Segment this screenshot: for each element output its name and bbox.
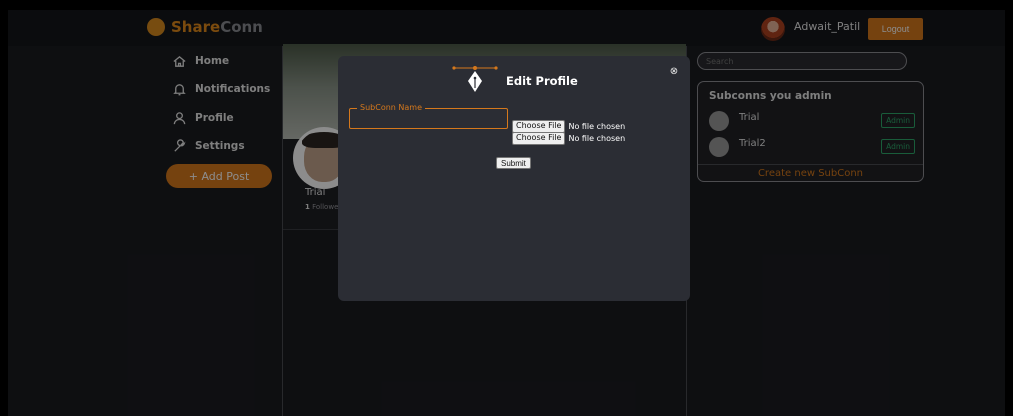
pen-nib-logo-icon bbox=[452, 66, 498, 92]
submit-button[interactable]: Submit bbox=[496, 157, 531, 169]
file-status: No file chosen bbox=[568, 121, 626, 131]
close-circle-icon[interactable]: ⊗ bbox=[668, 65, 680, 77]
subconn-name-label: SubConn Name bbox=[357, 103, 425, 112]
modal-title: Edit Profile bbox=[506, 74, 578, 88]
choose-file-button[interactable]: Choose File bbox=[512, 119, 566, 133]
file-input-avatar[interactable]: Choose File No file chosen bbox=[512, 119, 626, 133]
file-status: No file chosen bbox=[568, 133, 626, 143]
subconn-name-field[interactable]: SubConn Name bbox=[349, 103, 508, 129]
edit-profile-modal: Edit Profile ⊗ SubConn Name Choose File … bbox=[338, 56, 690, 301]
choose-file-button[interactable]: Choose File bbox=[512, 131, 566, 145]
app-frame: ShareConn Adwait_Patil Logout Home Notif… bbox=[8, 10, 1005, 416]
file-input-banner[interactable]: Choose File No file chosen bbox=[512, 131, 626, 145]
